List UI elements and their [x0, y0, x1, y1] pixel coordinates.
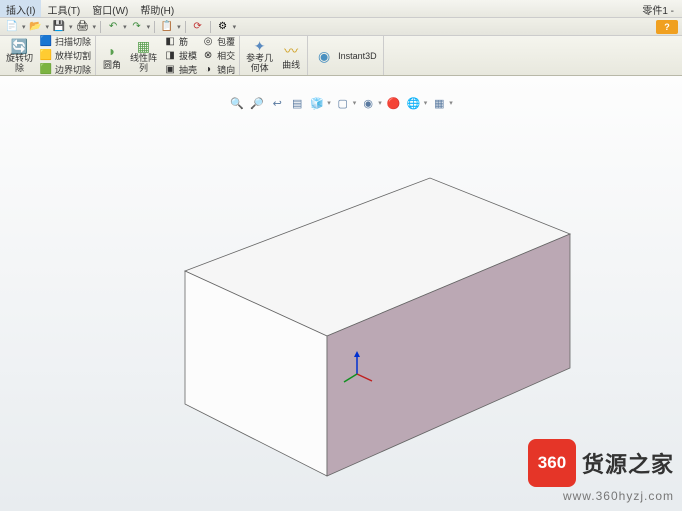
- mirror-button[interactable]: ◑镜向: [201, 63, 235, 76]
- fillet-button[interactable]: ◗ 圆角: [98, 36, 126, 75]
- settings-icon[interactable]: ⚙: [215, 20, 231, 34]
- draft-button[interactable]: ◨拔模: [163, 49, 197, 62]
- sweep-cut-button[interactable]: 🟦扫描切除: [39, 35, 91, 48]
- ribbon-label: 抽壳: [179, 63, 197, 76]
- watermark-url: www.360hyzj.com: [563, 489, 674, 503]
- dropdown-icon[interactable]: ▾: [93, 23, 97, 31]
- menu-help[interactable]: 帮助(H): [134, 0, 180, 17]
- dropdown-icon[interactable]: ▾: [22, 23, 26, 31]
- hide-show-icon[interactable]: ◉: [360, 95, 376, 111]
- ribbon-label: 圆角: [103, 60, 121, 70]
- help-icon[interactable]: ?: [656, 20, 678, 34]
- wrap-button[interactable]: ◎包覆: [201, 35, 235, 48]
- mirror-icon: ◑: [201, 64, 215, 76]
- watermark-text: 货源之家: [582, 447, 674, 479]
- model-box: [60, 116, 600, 511]
- intersect-icon: ⊗: [201, 50, 215, 62]
- loft-cut-icon: 🟨: [39, 50, 53, 62]
- ribbon-label: 曲线: [282, 60, 300, 70]
- undo-icon[interactable]: ↶: [105, 20, 121, 34]
- view-orientation-icon[interactable]: 🧊: [309, 95, 325, 111]
- linear-pattern-button[interactable]: ▦ 线性阵 列: [126, 36, 161, 75]
- open-icon[interactable]: 📂: [28, 20, 44, 34]
- watermark: 360 货源之家 www.360hyzj.com: [528, 439, 674, 503]
- dropdown-icon[interactable]: ▾: [353, 99, 357, 107]
- curves-icon: 〰: [281, 42, 301, 60]
- draft-icon: ◨: [163, 50, 177, 62]
- fillet-icon: ◗: [102, 42, 122, 60]
- linear-pattern-icon: ▦: [134, 38, 154, 53]
- view-settings-icon[interactable]: ▦: [431, 95, 447, 111]
- menu-insert[interactable]: 插入(I): [0, 0, 41, 17]
- watermark-badge: 360: [528, 439, 576, 487]
- ribbon-label: 参考几 何体: [246, 53, 273, 73]
- instant3d-button[interactable]: ◉ Instant3D: [310, 36, 381, 75]
- dropdown-icon[interactable]: ▾: [46, 23, 50, 31]
- ribbon-label: 扫描切除: [55, 35, 91, 48]
- curves-button[interactable]: 〰 曲线: [277, 36, 305, 75]
- origin-triad: [342, 349, 382, 389]
- dropdown-icon[interactable]: ▾: [378, 99, 382, 107]
- boundary-cut-icon: 🟩: [39, 64, 53, 76]
- document-title: 零件1 -: [634, 0, 682, 17]
- print-icon[interactable]: 🖨: [75, 20, 91, 34]
- intersect-button[interactable]: ⊗相交: [201, 49, 235, 62]
- new-icon[interactable]: 📄: [4, 20, 20, 34]
- appearance-icon[interactable]: 🔴: [386, 95, 402, 111]
- ribbon-label: 旋转切 除: [6, 53, 33, 73]
- ribbon-label: 筋: [179, 35, 188, 48]
- menu-tools[interactable]: 工具(T): [41, 0, 86, 17]
- redo-icon[interactable]: ↷: [129, 20, 145, 34]
- save-icon[interactable]: 💾: [51, 20, 67, 34]
- dropdown-icon[interactable]: ▾: [449, 99, 453, 107]
- display-style-icon[interactable]: ▢: [335, 95, 351, 111]
- rotate-cut-icon: 🔄: [10, 38, 30, 53]
- shell-icon: ▣: [163, 64, 177, 76]
- zoom-area-icon[interactable]: 🔎: [249, 95, 265, 111]
- ribbon-toolbar: 🔄 旋转切 除 🟦扫描切除 🟨放样切割 🟩边界切除 ◗ 圆角 ▦ 线性阵 列 ◧…: [0, 36, 682, 76]
- dropdown-icon[interactable]: ▾: [177, 23, 181, 31]
- zoom-fit-icon[interactable]: 🔍: [229, 95, 245, 111]
- ribbon-label: 拔模: [179, 49, 197, 62]
- dropdown-icon[interactable]: ▾: [424, 99, 428, 107]
- menu-window[interactable]: 窗口(W): [86, 0, 134, 17]
- ribbon-label: 边界切除: [55, 63, 91, 76]
- ref-geometry-icon: ✦: [250, 38, 270, 53]
- dropdown-icon[interactable]: ▾: [123, 23, 127, 31]
- dropdown-icon[interactable]: ▾: [69, 23, 73, 31]
- menu-bar: 插入(I) 工具(T) 窗口(W) 帮助(H) 零件1 -: [0, 0, 682, 18]
- sweep-cut-icon: 🟦: [39, 36, 53, 48]
- loft-cut-button[interactable]: 🟨放样切割: [39, 49, 91, 62]
- scene-icon[interactable]: 🌐: [406, 95, 422, 111]
- rotate-cut-button[interactable]: 🔄 旋转切 除: [2, 36, 37, 75]
- rib-icon: ◧: [163, 36, 177, 48]
- dropdown-icon[interactable]: ▾: [233, 23, 237, 31]
- wrap-icon: ◎: [201, 36, 215, 48]
- instant3d-icon: ◉: [314, 47, 334, 65]
- ribbon-label: 放样切割: [55, 49, 91, 62]
- ribbon-label: Instant3D: [338, 51, 377, 61]
- boundary-cut-button[interactable]: 🟩边界切除: [39, 63, 91, 76]
- dropdown-icon[interactable]: ▾: [147, 23, 151, 31]
- shell-button[interactable]: ▣抽壳: [163, 63, 197, 76]
- rebuild-icon[interactable]: ⟳: [190, 20, 206, 34]
- ref-geometry-button[interactable]: ✦ 参考几 何体: [242, 36, 277, 75]
- ribbon-label: 线性阵 列: [130, 53, 157, 73]
- rib-button[interactable]: ◧筋: [163, 35, 197, 48]
- quick-access-bar: 📄▾ 📂▾ 💾▾ 🖨▾ ↶▾ ↷▾ 📋▾ ⟳ ⚙▾ ?: [0, 18, 682, 36]
- ribbon-label: 相交: [217, 49, 235, 62]
- section-view-icon[interactable]: ▤: [289, 95, 305, 111]
- ribbon-label: 镜向: [217, 63, 235, 76]
- prev-view-icon[interactable]: ↩: [269, 95, 285, 111]
- ribbon-label: 包覆: [217, 35, 235, 48]
- view-toolbar: 🔍 🔎 ↩ ▤ 🧊▾ ▢▾ ◉▾ 🔴 🌐▾ ▦▾: [229, 95, 453, 111]
- dropdown-icon[interactable]: ▾: [327, 99, 331, 107]
- options-icon[interactable]: 📋: [159, 20, 175, 34]
